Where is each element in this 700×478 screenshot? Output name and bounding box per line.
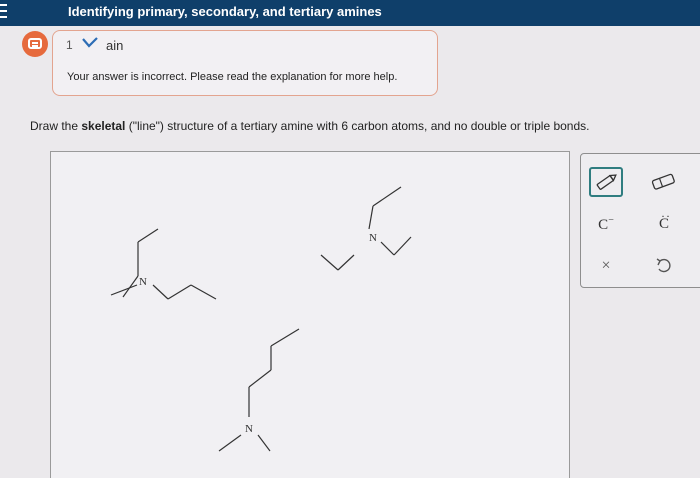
atom-label-n3: N — [245, 423, 253, 435]
undo-icon — [656, 258, 671, 273]
eraser-icon — [651, 173, 675, 190]
lone-pair-dots-icon: ·· — [660, 208, 671, 223]
atom-label-n1: N — [139, 276, 147, 288]
carbanion-letter: C — [598, 216, 609, 233]
carbanion-label: C− — [598, 215, 614, 234]
question-suffix: ("line") structure of a tertiary amine w… — [125, 119, 590, 133]
lone-pair-tool[interactable]: C ·· — [647, 209, 681, 239]
explanation-link[interactable]: ain — [106, 38, 123, 53]
structure-drawing: N N N — [110, 186, 412, 452]
clear-icon: × — [601, 257, 611, 274]
menu-icon[interactable] — [0, 0, 10, 26]
chevron-down-icon — [82, 37, 98, 48]
page-title: Identifying primary, secondary, and tert… — [68, 4, 382, 19]
feedback-message: Your answer is incorrect. Please read th… — [67, 71, 398, 83]
page: Identifying primary, secondary, and tert… — [0, 0, 700, 478]
clear-tool[interactable]: × — [589, 251, 623, 281]
drawing-toolbar: C− C ·· × — [580, 153, 700, 288]
pencil-icon — [596, 174, 617, 190]
question-bold: skeletal — [81, 119, 126, 133]
structure-1 — [110, 228, 217, 300]
structure-2 — [320, 186, 412, 271]
structure-3 — [218, 328, 300, 452]
attempt-number: 1 — [66, 38, 73, 52]
pencil-tool[interactable] — [589, 167, 623, 197]
question-prefix: Draw the — [30, 119, 82, 133]
carbanion-sup: − — [608, 214, 614, 226]
lone-pair-label: C ·· — [659, 209, 670, 233]
undo-tool[interactable] — [647, 251, 681, 281]
drawing-canvas[interactable]: N N N — [50, 151, 570, 478]
attempt-dropdown[interactable] — [77, 34, 103, 52]
question-text: Draw the skeletal ("line") structure of … — [30, 119, 590, 133]
feedback-icon[interactable] — [22, 31, 48, 57]
carbanion-tool[interactable]: C− — [589, 209, 623, 239]
atom-label-n2: N — [369, 232, 377, 244]
eraser-tool[interactable] — [647, 167, 681, 197]
header-bar: Identifying primary, secondary, and tert… — [0, 0, 700, 26]
